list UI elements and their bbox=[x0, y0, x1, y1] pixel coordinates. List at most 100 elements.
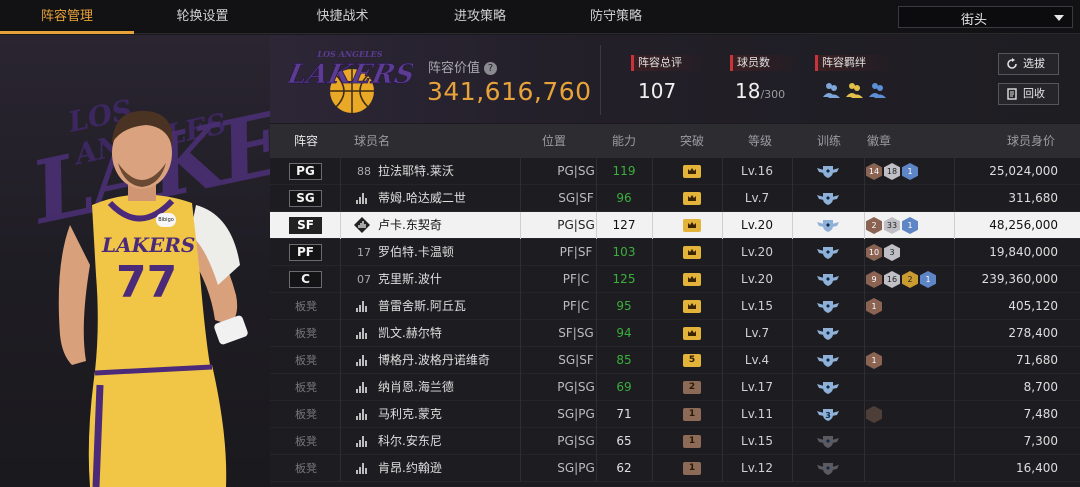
question-icon[interactable]: ? bbox=[484, 62, 498, 75]
shield-wings-icon[interactable]: 3 bbox=[817, 407, 839, 422]
player-level: Lv.20 bbox=[741, 245, 773, 259]
column-divider bbox=[652, 428, 653, 455]
badge-icon[interactable]: 1 bbox=[920, 271, 936, 288]
column-divider bbox=[792, 266, 793, 293]
badge-icon[interactable]: 33 bbox=[884, 217, 900, 234]
shield-wings-icon[interactable] bbox=[817, 461, 839, 476]
shield-wings-icon[interactable] bbox=[817, 353, 839, 368]
team-people-icon[interactable] bbox=[822, 81, 890, 99]
badge-icon[interactable]: 3 bbox=[884, 244, 900, 261]
table-row[interactable]: 板凳 肯昂.约翰逊 SG|PG 62 1 Lv.12 16,400 bbox=[270, 455, 1080, 482]
table-row[interactable]: PF 17 罗伯特.卡温顿 PF|SF 103 Lv.20 10 3 19,840,000 bbox=[270, 239, 1080, 266]
bench-slot[interactable]: 板凳 bbox=[295, 428, 317, 455]
badge-icon[interactable]: 1 bbox=[902, 217, 918, 234]
bench-slot[interactable]: 板凳 bbox=[295, 455, 317, 482]
table-row[interactable]: PG 88 拉法耶特.莱沃 PG|SG 119 Lv.16 14 18 1 25,024,000 bbox=[270, 158, 1080, 185]
shield-wings-icon[interactable] bbox=[817, 326, 839, 341]
shield-wings-icon[interactable] bbox=[817, 272, 839, 287]
shield-wings-icon[interactable] bbox=[817, 218, 839, 233]
player-name[interactable]: 科尔.安东尼 bbox=[378, 428, 442, 455]
col-position[interactable]: 位置 bbox=[542, 124, 566, 158]
bench-slot[interactable]: 板凳 bbox=[295, 374, 317, 401]
badge-icon[interactable]: 14 bbox=[866, 163, 882, 180]
tab-rotation-settings[interactable]: 轮换设置 bbox=[134, 0, 271, 34]
tab-defense-strategy[interactable]: 防守策略 bbox=[546, 0, 686, 34]
jersey-team-text: LAKERS bbox=[102, 233, 196, 257]
shield-wings-icon[interactable] bbox=[817, 191, 839, 206]
table-row[interactable]: 板凳 马利克.蒙克 SG|PG 71 1 Lv.11 3 7,480 bbox=[270, 401, 1080, 428]
badge-icon[interactable]: 9 bbox=[866, 271, 882, 288]
player-name[interactable]: 蒂姆.哈达威二世 bbox=[378, 185, 466, 212]
crown-icon bbox=[688, 249, 696, 255]
table-row[interactable]: 板凳 普雷舍斯.阿丘瓦 PF|C 95 Lv.15 1 405,120 bbox=[270, 293, 1080, 320]
lineup-slot[interactable]: C bbox=[289, 271, 322, 288]
jersey-number: 77 bbox=[116, 257, 178, 308]
mode-dropdown[interactable]: 街头 bbox=[898, 6, 1073, 28]
shield-wings-icon[interactable] bbox=[817, 299, 839, 314]
refresh-icon bbox=[1007, 58, 1017, 69]
player-name[interactable]: 肯昂.约翰逊 bbox=[378, 455, 442, 482]
lineup-summary-header: LOS ANGELES LAKERS 阵容价值? 341,616,760 阵容总… bbox=[270, 35, 1080, 123]
col-badges[interactable]: 徽章 bbox=[867, 124, 891, 158]
column-divider bbox=[340, 293, 341, 320]
col-lineup[interactable]: 阵容 bbox=[294, 124, 318, 158]
bench-slot[interactable]: 板凳 bbox=[295, 320, 317, 347]
player-name[interactable]: 罗伯特.卡温顿 bbox=[378, 239, 454, 266]
select-button[interactable]: 选拔 bbox=[998, 53, 1059, 75]
tab-lineup-management[interactable]: 阵容管理 bbox=[0, 0, 134, 34]
player-name[interactable]: 凯文.赫尔特 bbox=[378, 320, 442, 347]
lineup-slot[interactable]: SF bbox=[289, 217, 322, 234]
badge-icon[interactable]: 1 bbox=[866, 298, 882, 315]
player-ability: 119 bbox=[612, 164, 636, 178]
bench-slot[interactable]: 板凳 bbox=[295, 293, 317, 320]
col-salary[interactable]: 球员身价 bbox=[1007, 124, 1055, 158]
table-row[interactable]: SF 卢卡.东契奇 PG|SG 127 Lv.20 2 33 1 48,256,000 bbox=[270, 212, 1080, 239]
player-salary: 25,024,000 bbox=[989, 164, 1058, 178]
tab-offense-strategy[interactable]: 进攻策略 bbox=[414, 0, 546, 34]
badge-icon[interactable] bbox=[866, 406, 882, 423]
table-row[interactable]: 板凳 博格丹.波格丹诺维奇 SG|SF 85 5 Lv.4 1 71,680 bbox=[270, 347, 1080, 374]
bench-slot[interactable]: 板凳 bbox=[295, 401, 317, 428]
tab-quick-tactics[interactable]: 快捷战术 bbox=[271, 0, 414, 34]
badge-icon[interactable]: 10 bbox=[866, 244, 882, 261]
recycle-button[interactable]: 回收 bbox=[998, 83, 1059, 105]
bench-slot[interactable]: 板凳 bbox=[295, 347, 317, 374]
player-name[interactable]: 纳肖恩.海兰德 bbox=[378, 374, 454, 401]
shield-wings-icon[interactable] bbox=[817, 245, 839, 260]
shield-wings-icon[interactable] bbox=[817, 380, 839, 395]
player-name[interactable]: 克里斯.波什 bbox=[378, 266, 442, 293]
col-name[interactable]: 球员名 bbox=[354, 124, 390, 158]
table-row[interactable]: C 07 克里斯.波什 PF|C 125 Lv.20 9 16 2 1 239,360,000 bbox=[270, 266, 1080, 293]
column-divider bbox=[864, 158, 865, 185]
col-breakthrough[interactable]: 突破 bbox=[680, 124, 704, 158]
badge-icon[interactable]: 1 bbox=[866, 352, 882, 369]
badge-icon[interactable]: 16 bbox=[884, 271, 900, 288]
table-row[interactable]: 板凳 凯文.赫尔特 SF|SG 94 Lv.7 278,400 bbox=[270, 320, 1080, 347]
jersey-sponsor-badge: Bibigo bbox=[156, 213, 176, 227]
table-row[interactable]: 板凳 科尔.安东尼 PG|SG 65 1 Lv.15 7,300 bbox=[270, 428, 1080, 455]
player-salary: 16,400 bbox=[1016, 461, 1058, 475]
col-training[interactable]: 训练 bbox=[817, 124, 841, 158]
col-ability[interactable]: 能力 bbox=[612, 124, 636, 158]
lineup-slot[interactable]: SG bbox=[289, 190, 322, 207]
lineup-slot[interactable]: PG bbox=[289, 163, 322, 180]
shield-wings-icon[interactable] bbox=[817, 434, 839, 449]
player-name[interactable]: 卢卡.东契奇 bbox=[378, 212, 442, 239]
player-name[interactable]: 拉法耶特.莱沃 bbox=[378, 158, 454, 185]
lineup-value: 341,616,760 bbox=[427, 77, 592, 106]
badge-icon[interactable]: 18 bbox=[884, 163, 900, 180]
lineup-slot[interactable]: PF bbox=[289, 244, 322, 261]
column-divider bbox=[954, 293, 955, 320]
player-name[interactable]: 马利克.蒙克 bbox=[378, 401, 442, 428]
table-row[interactable]: SG 蒂姆.哈达威二世 SG|SF 96 Lv.7 311,680 bbox=[270, 185, 1080, 212]
badge-icon[interactable]: 2 bbox=[902, 271, 918, 288]
player-name[interactable]: 普雷舍斯.阿丘瓦 bbox=[378, 293, 466, 320]
table-row[interactable]: 板凳 纳肖恩.海兰德 PG|SG 69 2 Lv.17 8,700 bbox=[270, 374, 1080, 401]
badge-icon[interactable]: 2 bbox=[866, 217, 882, 234]
crown-icon bbox=[688, 330, 696, 336]
shield-wings-icon[interactable] bbox=[817, 164, 839, 179]
column-divider bbox=[792, 347, 793, 374]
col-level[interactable]: 等级 bbox=[748, 124, 772, 158]
badge-icon[interactable]: 1 bbox=[902, 163, 918, 180]
player-name[interactable]: 博格丹.波格丹诺维奇 bbox=[378, 347, 490, 374]
